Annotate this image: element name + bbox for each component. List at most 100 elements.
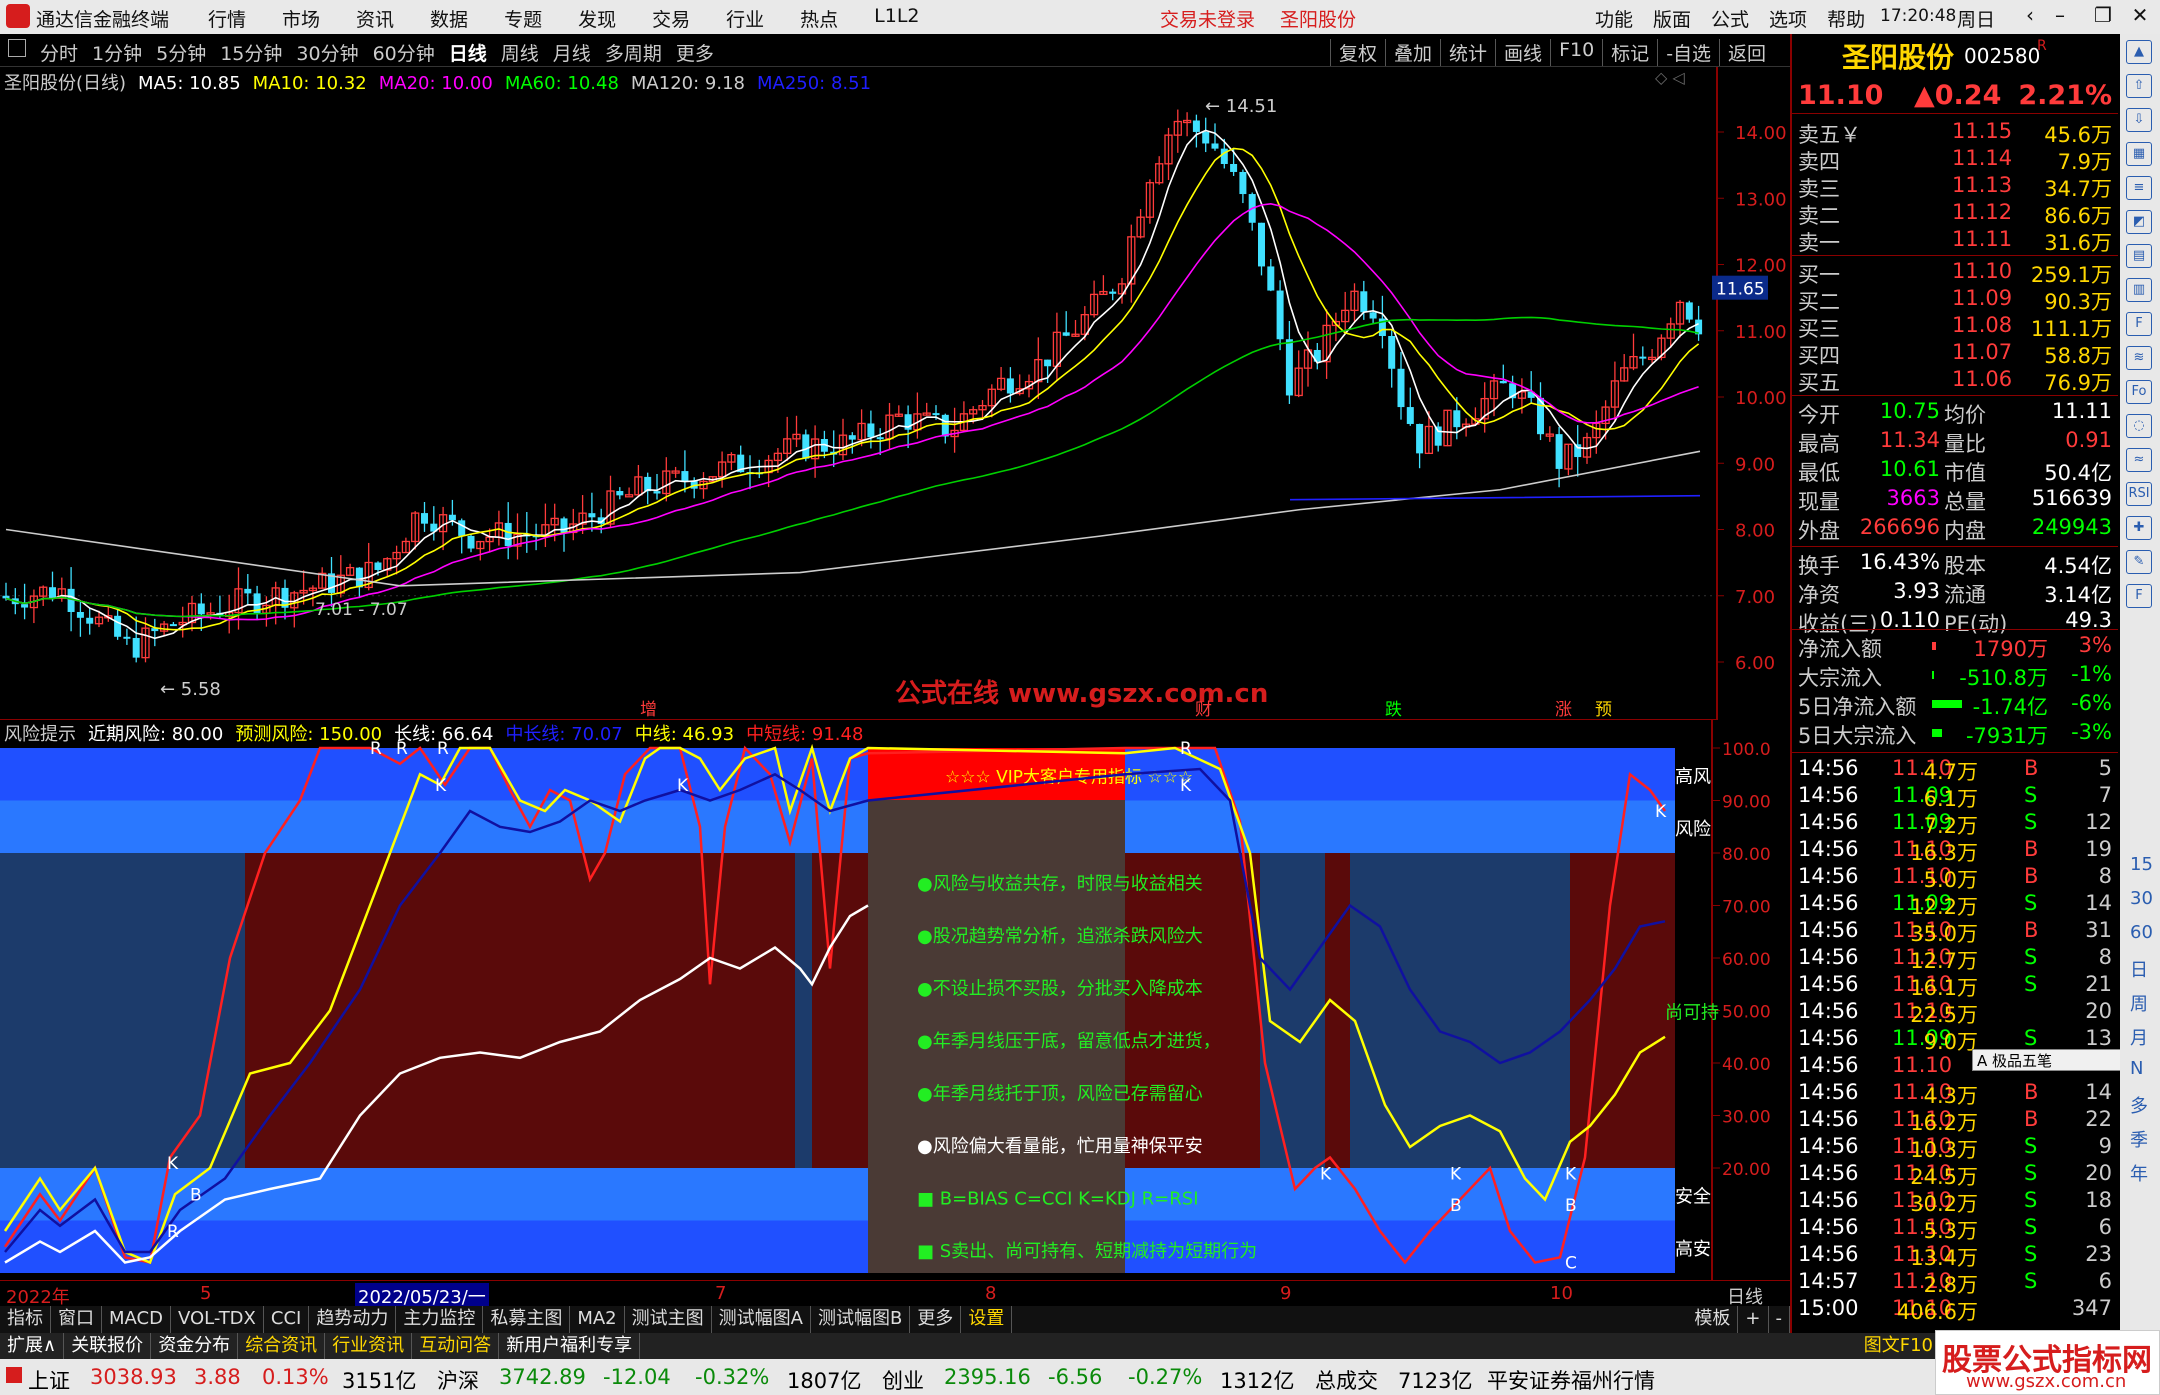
- close-icon[interactable]: ✕: [2125, 3, 2155, 31]
- menu-item[interactable]: 行情: [208, 5, 246, 32]
- period-shortcut[interactable]: 月: [2130, 1024, 2148, 1050]
- tool-button[interactable]: 叠加: [1385, 39, 1440, 66]
- sidebar-tool-icon[interactable]: F: [2126, 584, 2152, 608]
- period-tab[interactable]: 15分钟: [220, 39, 282, 66]
- tool-button[interactable]: 标记: [1602, 39, 1657, 66]
- period-tab[interactable]: 更多: [676, 39, 714, 66]
- indicator-tab[interactable]: 指标: [0, 1306, 51, 1333]
- right-menu-item[interactable]: 选项: [1769, 5, 1807, 32]
- sidebar-tool-icon[interactable]: ▦: [2126, 142, 2152, 166]
- period-shortcut[interactable]: 30: [2130, 888, 2153, 909]
- tool-button[interactable]: 返回: [1719, 39, 1774, 66]
- tab-right-btn[interactable]: -: [1769, 1306, 1790, 1333]
- indicator-tab[interactable]: 窗口: [51, 1306, 102, 1333]
- indicator-tab[interactable]: 设置: [961, 1306, 1013, 1333]
- period-tab[interactable]: 分时: [40, 39, 78, 66]
- minimize-icon[interactable]: –: [2045, 3, 2075, 31]
- restore-icon[interactable]: ❐: [2088, 3, 2118, 31]
- period-tab[interactable]: 月线: [553, 39, 591, 66]
- risk-indicator-panel[interactable]: ☆☆☆ VIP大客户专用指标 ☆☆☆ ●风险与收益共存，时限与收益相关 ●股况趋势常…: [0, 720, 1790, 1280]
- sidebar-tool-icon[interactable]: ⇩: [2126, 108, 2152, 132]
- period-shortcut[interactable]: 15: [2130, 854, 2153, 875]
- period-tab[interactable]: 5分钟: [156, 39, 206, 66]
- menu-item[interactable]: 资讯: [356, 5, 394, 32]
- period-shortcut[interactable]: 年: [2130, 1160, 2148, 1186]
- period-shortcut[interactable]: 周: [2130, 990, 2148, 1016]
- sidebar-tool-icon[interactable]: F: [2126, 312, 2152, 336]
- indicator-tab[interactable]: MACD: [102, 1306, 171, 1333]
- tool-button[interactable]: 统计: [1440, 39, 1495, 66]
- sidebar-tool-icon[interactable]: ≋: [2126, 346, 2152, 370]
- indicator-tab[interactable]: 主力监控: [396, 1306, 484, 1333]
- sidebar-tool-icon[interactable]: ⇧: [2126, 74, 2152, 98]
- sidebar-tool-icon[interactable]: ≈: [2126, 448, 2152, 472]
- ext-item[interactable]: 资金分布: [151, 1333, 239, 1359]
- tool-button[interactable]: -自选: [1657, 39, 1719, 66]
- period-tab[interactable]: 60分钟: [373, 39, 435, 66]
- event-marker[interactable]: 跌: [1385, 700, 1402, 720]
- period-shortcut[interactable]: 多: [2130, 1092, 2148, 1118]
- menu-item[interactable]: 数据: [430, 5, 468, 32]
- tool-button[interactable]: 画线: [1495, 39, 1550, 66]
- menu-item[interactable]: 发现: [578, 5, 616, 32]
- ext-item[interactable]: 行业资讯: [325, 1333, 413, 1359]
- indicator-tab[interactable]: 测试主图: [625, 1306, 712, 1333]
- sidebar-tool-icon[interactable]: RSI: [2126, 482, 2152, 506]
- ext-item[interactable]: 新用户福利专享: [499, 1333, 641, 1359]
- indicator-tab[interactable]: 测试幅图B: [811, 1306, 911, 1333]
- period-tab[interactable]: 1分钟: [92, 39, 142, 66]
- event-marker[interactable]: 财: [1195, 700, 1212, 720]
- back-icon[interactable]: ‹: [2015, 3, 2045, 31]
- chart-ctl-icon[interactable]: ◇ ◁: [1655, 68, 1685, 87]
- tab-right-btn[interactable]: +: [1738, 1306, 1769, 1333]
- sidebar-tool-icon[interactable]: Fo: [2126, 380, 2152, 404]
- event-marker[interactable]: 预: [1595, 700, 1612, 720]
- ext-item[interactable]: 综合资讯: [238, 1333, 326, 1359]
- menu-item[interactable]: 交易: [652, 5, 690, 32]
- sidebar-tool-icon[interactable]: ✎: [2126, 550, 2152, 574]
- period-tab[interactable]: 多周期: [605, 39, 662, 66]
- period-tab[interactable]: 日线: [449, 39, 487, 66]
- right-menu-item[interactable]: 版面: [1653, 5, 1691, 32]
- period-shortcut[interactable]: 日: [2130, 956, 2148, 982]
- period-shortcut[interactable]: 季: [2130, 1126, 2148, 1152]
- sidebar-tool-icon[interactable]: ▥: [2126, 278, 2152, 302]
- sidebar-tool-icon[interactable]: ◩: [2126, 210, 2152, 234]
- stock-link[interactable]: 圣阳股份: [1280, 5, 1356, 32]
- indicator-tab[interactable]: MA2: [570, 1306, 625, 1333]
- period-tab[interactable]: 周线: [501, 39, 539, 66]
- indicator-tab[interactable]: 趋势动力: [309, 1306, 397, 1333]
- indicator-tab[interactable]: 私募主图: [483, 1306, 571, 1333]
- period-tab[interactable]: 30分钟: [296, 39, 358, 66]
- menu-item[interactable]: 专题: [504, 5, 542, 32]
- right-menu-item[interactable]: 帮助: [1827, 5, 1865, 32]
- indicator-tab[interactable]: 更多: [910, 1306, 962, 1333]
- menu-item[interactable]: L1L2: [874, 5, 919, 32]
- candlestick-chart[interactable]: 14.00 13.00 12.00 11.00 10.00 9.00 8.00 7.00 6.0…: [0, 67, 1790, 720]
- menu-item[interactable]: 市场: [282, 5, 320, 32]
- period-shortcut[interactable]: 60: [2130, 922, 2153, 943]
- event-marker[interactable]: 涨: [1555, 700, 1572, 720]
- indicator-tab[interactable]: VOL-TDX: [171, 1306, 264, 1333]
- indicator-tab[interactable]: CCI: [264, 1306, 310, 1333]
- right-menu-item[interactable]: 公式: [1711, 5, 1749, 32]
- sidebar-tool-icon[interactable]: ◌: [2126, 414, 2152, 438]
- sidebar-tool-icon[interactable]: ≡: [2126, 176, 2152, 200]
- menu-item[interactable]: 行业: [726, 5, 764, 32]
- ext-right-item[interactable]: 图文F10: [1857, 1333, 1941, 1359]
- ext-item[interactable]: 关联报价: [64, 1333, 152, 1359]
- ext-item[interactable]: 扩展∧: [0, 1333, 65, 1359]
- event-marker[interactable]: 增: [640, 700, 657, 720]
- site-watermark[interactable]: 股票公式指标网 www.gszx.com.cn: [1935, 1330, 2160, 1395]
- sidebar-tool-icon[interactable]: ✚: [2126, 516, 2152, 540]
- tool-button[interactable]: F10: [1550, 39, 1602, 66]
- trade-status-link[interactable]: 交易未登录: [1160, 5, 1255, 32]
- sidebar-tool-icon[interactable]: ▤: [2126, 244, 2152, 268]
- tool-button[interactable]: 复权: [1330, 39, 1385, 66]
- toggle-icon[interactable]: [8, 39, 26, 57]
- indicator-tab[interactable]: 测试幅图A: [712, 1306, 811, 1333]
- period-shortcut[interactable]: N: [2130, 1058, 2143, 1079]
- ime-popup[interactable]: A 极品五笔: [1972, 1049, 2127, 1071]
- menu-item[interactable]: 热点: [800, 5, 838, 32]
- right-menu-item[interactable]: 功能: [1595, 5, 1633, 32]
